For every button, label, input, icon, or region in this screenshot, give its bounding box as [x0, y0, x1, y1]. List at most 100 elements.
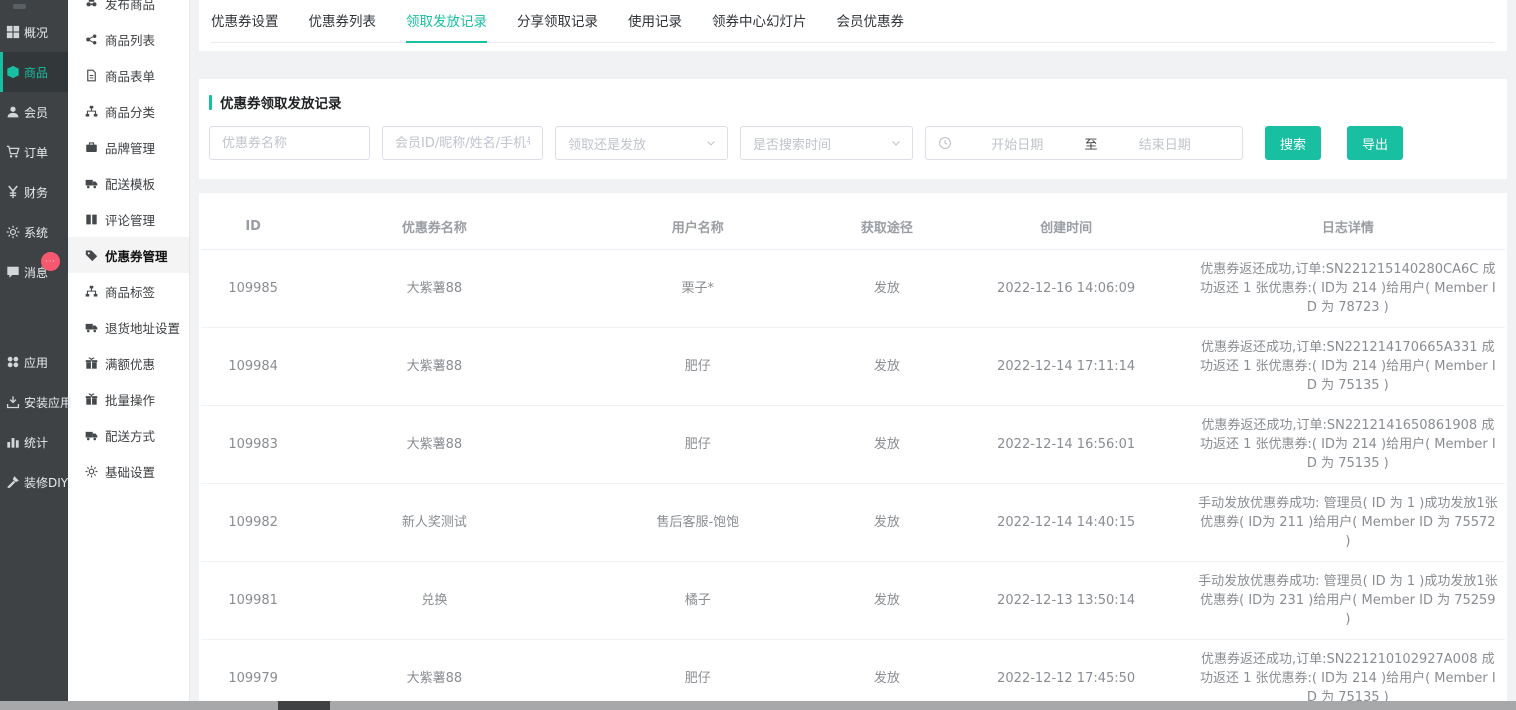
table-row: 109985 大紫薯88 栗子* 发放 2022-12-16 14:06:09 …	[201, 249, 1505, 327]
cell-created: 2022-12-14 14:40:15	[942, 483, 1191, 561]
cell-log: 优惠券返还成功,订单:SN221215140280CA6C 成功返还 1 张优惠…	[1191, 249, 1505, 327]
truck-icon	[85, 429, 98, 442]
cell-channel: 发放	[832, 483, 942, 561]
sidebar-item-overview[interactable]: 概况	[0, 12, 68, 52]
search-time-select[interactable]: 是否搜索时间	[740, 126, 913, 160]
sidebar-item-label: 系统	[24, 224, 48, 241]
cell-created: 2022-12-12 17:45:50	[942, 639, 1191, 710]
table-row: 109981 兑换 橘子 发放 2022-12-13 13:50:14 手动发放…	[201, 561, 1505, 639]
cell-id: 109984	[201, 327, 305, 405]
cell-user: 肥仔	[564, 405, 833, 483]
sidebar-item-order[interactable]: 订单	[0, 132, 68, 172]
sidebar-item-label: 商品分类	[105, 102, 155, 121]
select-placeholder: 是否搜索时间	[753, 134, 831, 153]
diy-icon	[6, 475, 20, 489]
cell-log: 手动发放优惠券成功: 管理员( ID 为 1 )成功发放1张优惠券( ID为 2…	[1191, 561, 1505, 639]
sidebar-item-label: 订单	[24, 144, 48, 161]
select-placeholder: 领取还是发放	[568, 134, 646, 153]
sidebar-item-publish-goods[interactable]: 发布商品	[68, 0, 189, 21]
sidebar-item-message[interactable]: 消息 ···	[0, 252, 68, 292]
sidebar-item-shipping-method[interactable]: 配送方式	[68, 417, 189, 453]
order-icon	[6, 145, 20, 159]
sidebar-item-label: 优惠券管理	[105, 246, 168, 265]
export-button[interactable]: 导出	[1347, 126, 1403, 160]
receive-or-grant-select[interactable]: 领取还是发放	[555, 126, 728, 160]
horizontal-scrollbar-thumb[interactable]	[278, 701, 330, 710]
cell-log: 优惠券返还成功,订单:SN221210102927A008 成功返还 1 张优惠…	[1191, 639, 1505, 710]
sidebar-item-comments[interactable]: 评论管理	[68, 201, 189, 237]
sidebar-item-label: 评论管理	[105, 210, 155, 229]
gift-icon	[85, 393, 98, 406]
member-search-input[interactable]	[382, 126, 543, 160]
coupon-name-input[interactable]	[209, 126, 370, 160]
sidebar-item-label: 批量操作	[105, 390, 155, 409]
tabs-bar: 优惠券设置 优惠券列表 领取发放记录 分享领取记录 使用记录 领券中心幻灯片 会…	[199, 0, 1507, 51]
sidebar-item-app[interactable]: 应用	[0, 342, 68, 382]
tab-coupon-list[interactable]: 优惠券列表	[309, 10, 377, 43]
cell-user: 肥仔	[564, 327, 833, 405]
col-id: ID	[201, 205, 305, 249]
tab-receive-grant-records[interactable]: 领取发放记录	[406, 10, 487, 43]
sidebar-item-goods[interactable]: 商品	[0, 52, 68, 92]
finance-icon	[6, 185, 20, 199]
cell-user: 肥仔	[564, 639, 833, 710]
sidebar-item-goods-category[interactable]: 商品分类	[68, 93, 189, 129]
sidebar-item-full-discount[interactable]: 满额优惠	[68, 345, 189, 381]
horizontal-scrollbar[interactable]	[0, 701, 1516, 710]
cell-log: 手动发放优惠券成功: 管理员( ID 为 1 )成功发放1张优惠券( ID为 2…	[1191, 483, 1505, 561]
end-date-field[interactable]: 结束日期	[1100, 134, 1231, 153]
search-button[interactable]: 搜索	[1265, 126, 1321, 160]
col-log-detail: 日志详情	[1191, 205, 1505, 249]
cell-channel: 发放	[832, 561, 942, 639]
cell-log: 优惠券返还成功,订单:SN221214170665A331 成功返还 1 张优惠…	[1191, 327, 1505, 405]
publish-goods-icon	[85, 0, 98, 10]
truck-icon	[85, 177, 98, 190]
sidebar-item-label: 会员	[24, 104, 48, 121]
sidebar-item-system[interactable]: 系统	[0, 212, 68, 252]
records-table: ID 优惠券名称 用户名称 获取途径 创建时间 日志详情 109985 大紫薯8…	[201, 205, 1505, 710]
table-row: 109984 大紫薯88 肥仔 发放 2022-12-14 17:11:14 优…	[201, 327, 1505, 405]
sidebar-item-label: 配送方式	[105, 426, 155, 445]
clock-icon	[938, 136, 952, 150]
sidebar-item-goods-tag[interactable]: 商品标签	[68, 273, 189, 309]
sidebar-item-finance[interactable]: 财务	[0, 172, 68, 212]
sidebar-item-diy[interactable]: 装修DIY	[0, 462, 68, 502]
date-range-picker[interactable]: 开始日期 至 结束日期	[925, 126, 1243, 160]
sidebar-item-stats[interactable]: 统计	[0, 422, 68, 462]
sidebar-item-goods-list[interactable]: 商品列表	[68, 21, 189, 57]
tab-usage-records[interactable]: 使用记录	[628, 10, 682, 43]
sidebar-item-goods-form[interactable]: 商品表单	[68, 57, 189, 93]
sidebar-item-coupon-management[interactable]: 优惠券管理	[68, 237, 189, 273]
secondary-sidebar: 发布商品 商品列表 商品表单 商品分类 品牌管理 配送模板 评论管理 优惠券管理…	[68, 0, 190, 710]
start-date-field[interactable]: 开始日期	[952, 134, 1083, 153]
cell-user: 栗子*	[564, 249, 833, 327]
sidebar-item-install-app[interactable]: 安装应用	[0, 382, 68, 422]
cell-channel: 发放	[832, 405, 942, 483]
tab-coupon-settings[interactable]: 优惠券设置	[211, 10, 279, 43]
sidebar-item-batch-operation[interactable]: 批量操作	[68, 381, 189, 417]
sidebar-item-partial[interactable]	[13, 4, 26, 9]
cell-created: 2022-12-16 14:06:09	[942, 249, 1191, 327]
cell-id: 109981	[201, 561, 305, 639]
sidebar-item-brand[interactable]: 品牌管理	[68, 129, 189, 165]
sidebar-item-shipping-template[interactable]: 配送模板	[68, 165, 189, 201]
columns-icon	[85, 213, 98, 226]
category-icon	[85, 105, 98, 118]
sidebar-item-basic-settings[interactable]: 基础设置	[68, 453, 189, 489]
cell-coupon: 大紫薯88	[305, 327, 563, 405]
cell-coupon: 大紫薯88	[305, 249, 563, 327]
tab-coupon-center-slides[interactable]: 领券中心幻灯片	[712, 10, 807, 43]
cell-id: 109985	[201, 249, 305, 327]
tab-share-receive-records[interactable]: 分享领取记录	[517, 10, 598, 43]
tab-member-coupons[interactable]: 会员优惠券	[837, 10, 905, 43]
sidebar-item-return-address[interactable]: 退货地址设置	[68, 309, 189, 345]
sidebar-item-member[interactable]: 会员	[0, 92, 68, 132]
table-row: 109983 大紫薯88 肥仔 发放 2022-12-14 16:56:01 优…	[201, 405, 1505, 483]
section-title-text: 优惠券领取发放记录	[220, 92, 342, 112]
table-row: 109979 大紫薯88 肥仔 发放 2022-12-12 17:45:50 优…	[201, 639, 1505, 710]
message-icon	[6, 265, 20, 279]
section-title: 优惠券领取发放记录	[209, 92, 1497, 112]
sidebar-item-label: 装修DIY	[24, 474, 68, 491]
table-row: 109982 新人奖测试 售后客服-饱饱 发放 2022-12-14 14:40…	[201, 483, 1505, 561]
main-content: 优惠券设置 优惠券列表 领取发放记录 分享领取记录 使用记录 领券中心幻灯片 会…	[190, 0, 1516, 710]
